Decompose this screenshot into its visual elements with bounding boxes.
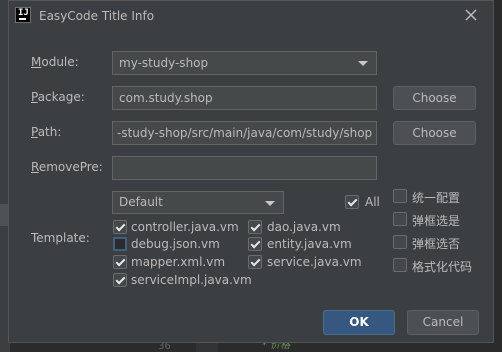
template-checkbox[interactable] — [248, 237, 262, 251]
template-checkbox-label: entity.java.vm — [267, 237, 352, 251]
option-label: 格式化代码 — [412, 260, 473, 274]
module-value: my-study-shop — [119, 56, 209, 70]
template-checkbox-label: controller.java.vm — [131, 220, 239, 234]
all-label: All — [365, 195, 380, 209]
package-value: com.study.shop — [119, 91, 213, 105]
module-select[interactable]: my-study-shop — [112, 51, 377, 75]
option-label: 弹框选否 — [412, 237, 461, 251]
template-group-select[interactable]: Default — [112, 191, 284, 214]
removepre-input[interactable] — [112, 156, 377, 180]
package-input[interactable]: com.study.shop — [112, 86, 377, 110]
template-checkbox[interactable] — [248, 220, 262, 234]
option-checkbox[interactable] — [393, 189, 407, 203]
cancel-button[interactable]: Cancel — [407, 310, 479, 335]
template-checkbox-label: service.java.vm — [267, 255, 362, 269]
intellij-idea-icon: IJ — [15, 7, 31, 23]
option-checkbox[interactable] — [393, 258, 407, 272]
option-label: 统一配置 — [412, 191, 461, 205]
option-checkbox[interactable] — [393, 212, 407, 226]
template-checkbox-label: serviceImpl.java.vm — [131, 273, 252, 287]
template-checkbox-label: debug.json.vm — [131, 237, 220, 251]
chevron-down-icon — [265, 201, 275, 206]
module-label: Module: — [31, 55, 79, 69]
template-group-value: Default — [119, 195, 163, 209]
removepre-label: RemovePre: — [31, 160, 103, 174]
template-checkbox[interactable] — [248, 255, 262, 269]
path-input[interactable]: -study-shop/src/main/java/com/study/shop — [112, 121, 377, 145]
template-checkbox-label: mapper.xml.vm — [131, 255, 226, 269]
template-checkbox[interactable] — [113, 237, 127, 251]
path-choose-button[interactable]: Choose — [393, 121, 476, 145]
package-label: Package: — [31, 90, 85, 104]
close-icon[interactable] — [463, 7, 479, 23]
easycode-dialog: IJ EasyCode Title Info Module: my-study-… — [8, 0, 494, 343]
title-bar: IJ EasyCode Title Info — [9, 1, 493, 31]
package-choose-button[interactable]: Choose — [393, 86, 476, 110]
chevron-down-icon — [358, 61, 368, 66]
template-checkbox[interactable] — [113, 220, 127, 234]
path-label: Path: — [31, 125, 62, 139]
template-checkbox-label: dao.java.vm — [267, 220, 341, 234]
path-value: -study-shop/src/main/java/com/study/shop — [117, 126, 373, 140]
option-label: 弹框选是 — [412, 214, 461, 228]
template-checkbox[interactable] — [113, 273, 127, 287]
template-label: Template: — [31, 231, 90, 245]
option-checkbox[interactable] — [393, 235, 407, 249]
dialog-title: EasyCode Title Info — [39, 9, 155, 23]
template-checkbox[interactable] — [113, 255, 127, 269]
ok-button[interactable]: OK — [323, 310, 395, 335]
all-checkbox[interactable] — [345, 195, 359, 209]
